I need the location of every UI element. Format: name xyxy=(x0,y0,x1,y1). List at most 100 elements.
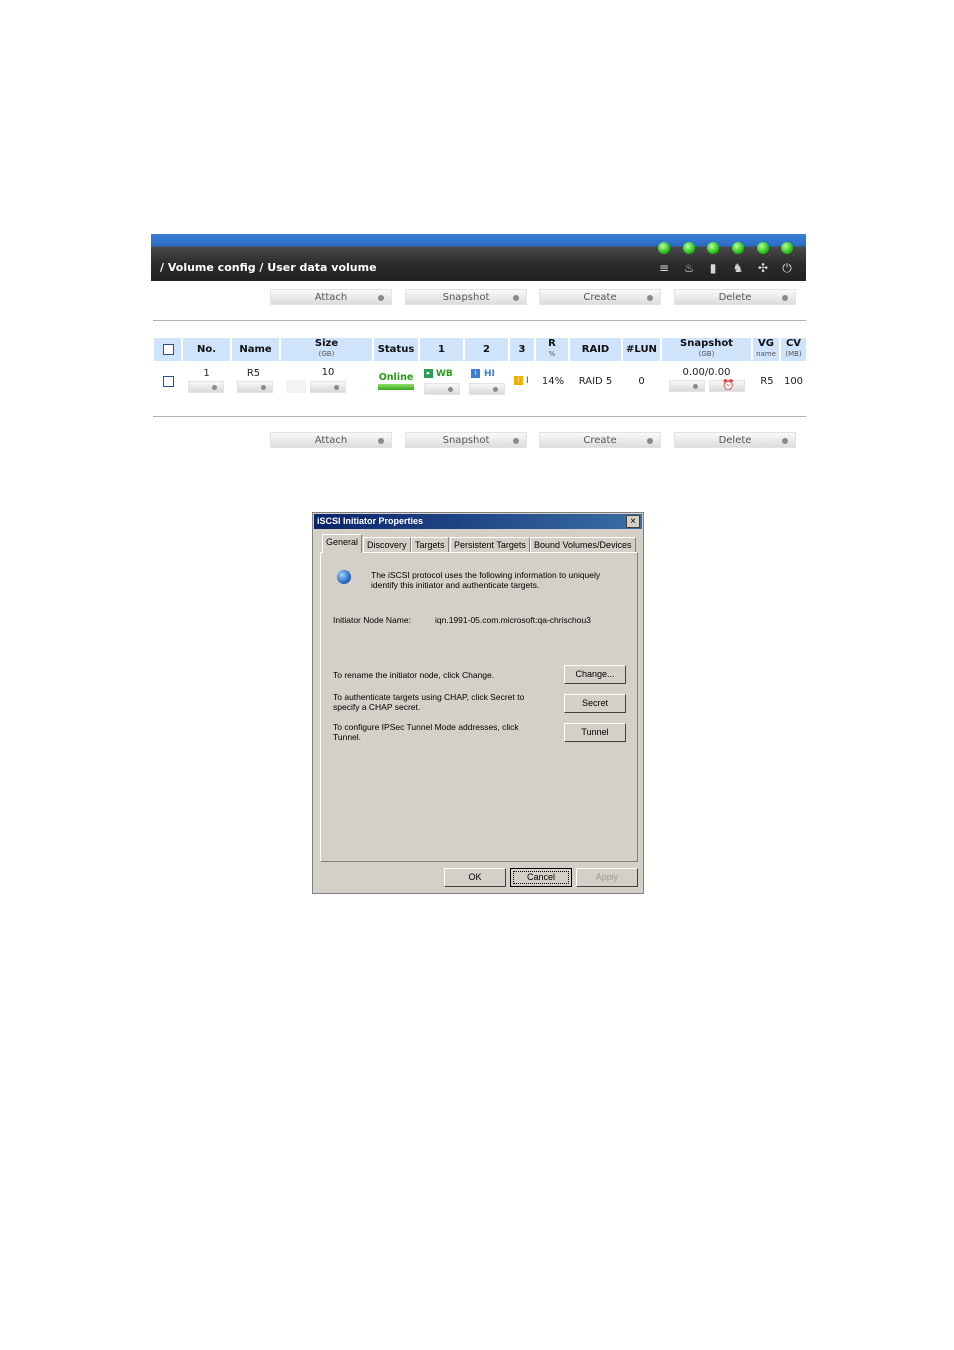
tab-targets[interactable]: Targets xyxy=(411,537,449,552)
col-r-unit: % xyxy=(548,350,556,358)
info-icon: i xyxy=(471,369,480,378)
cancel-button[interactable]: Cancel xyxy=(510,868,572,887)
general-tab-pane: The iSCSI protocol uses the following in… xyxy=(320,552,638,862)
col-1[interactable]: 1 xyxy=(420,338,463,361)
rename-text: To rename the initiator node, click Chan… xyxy=(333,670,495,680)
button-dot-icon xyxy=(212,385,217,390)
col-cv[interactable]: CV (MB) xyxy=(781,338,806,361)
clock-icon: ⏰ xyxy=(722,380,735,391)
ok-button[interactable]: OK xyxy=(444,868,506,887)
row-name-button[interactable] xyxy=(237,381,273,393)
row-r: 14% xyxy=(541,376,565,387)
online-bar xyxy=(378,384,414,390)
power-icon[interactable]: ⏻ xyxy=(780,261,794,275)
delete-button[interactable]: Delete xyxy=(674,289,796,305)
disk-icon[interactable]: ≡ xyxy=(657,261,671,275)
size-spacer xyxy=(286,380,306,393)
intro-line-1: The iSCSI protocol uses the following in… xyxy=(371,570,601,580)
col-cv-label: CV xyxy=(785,338,802,349)
button-dot-icon xyxy=(261,385,266,390)
chap-line-2: specify a CHAP secret. xyxy=(333,702,421,712)
row-schedule-button[interactable]: ⏰ xyxy=(709,380,745,392)
row-vg: R5 xyxy=(760,376,774,387)
divider xyxy=(153,416,806,417)
change-button[interactable]: Change... xyxy=(564,665,626,684)
tab-bound-volumes[interactable]: Bound Volumes/Devices xyxy=(530,537,636,552)
delete-button[interactable]: Delete xyxy=(674,432,796,448)
snapshot-button[interactable]: Snapshot xyxy=(405,289,527,305)
tab-general[interactable]: General xyxy=(322,534,363,553)
row-snapshot: 0.00/0.00 xyxy=(682,367,731,378)
col-raid[interactable]: RAID xyxy=(570,338,621,361)
create-button[interactable]: Create xyxy=(539,289,661,305)
status-led xyxy=(757,242,769,254)
button-dot-icon xyxy=(448,387,453,392)
delete-label: Delete xyxy=(718,292,752,303)
close-icon[interactable]: × xyxy=(626,515,640,528)
select-all-checkbox[interactable] xyxy=(163,344,174,355)
node-name-field[interactable]: iqn.1991-05.com.microsoft:qa-chrischou3 xyxy=(435,615,591,625)
thermometer-icon[interactable]: ♨ xyxy=(682,261,696,275)
delete-label: Delete xyxy=(718,435,752,446)
row-cv: 100 xyxy=(783,376,804,387)
button-dot-icon xyxy=(493,387,498,392)
row-size-button[interactable] xyxy=(310,381,346,393)
col-name[interactable]: Name xyxy=(232,338,279,361)
title-bar: iSCSI Initiator Properties × xyxy=(314,514,642,529)
button-dot-icon xyxy=(647,438,653,444)
col-r-label: R xyxy=(548,338,556,349)
divider xyxy=(153,320,806,321)
col-status[interactable]: Status xyxy=(374,338,418,361)
col-size-label: Size xyxy=(314,338,339,349)
warning-icon: ! xyxy=(514,376,523,385)
create-label: Create xyxy=(583,292,617,303)
col-3[interactable]: 3 xyxy=(510,338,534,361)
col-lun[interactable]: #LUN xyxy=(623,338,660,361)
tunnel-button[interactable]: Tunnel xyxy=(564,723,626,742)
col-no[interactable]: No. xyxy=(183,338,230,361)
secret-button[interactable]: Secret xyxy=(564,694,626,713)
col-r[interactable]: R % xyxy=(536,338,568,361)
button-dot-icon xyxy=(647,295,653,301)
row-lun: 0 xyxy=(638,376,645,387)
row-size: 10 xyxy=(321,367,335,378)
row-c2-button[interactable] xyxy=(469,383,505,395)
col-2[interactable]: 2 xyxy=(465,338,508,361)
col-snapshot[interactable]: Snapshot (GB) xyxy=(662,338,751,361)
col-snapshot-unit: (GB) xyxy=(698,350,715,358)
row-c1-button[interactable] xyxy=(424,383,460,395)
col-size[interactable]: Size (GB) xyxy=(281,338,372,361)
fan-icon[interactable]: ✣ xyxy=(756,261,770,275)
row-snapshot-button[interactable] xyxy=(669,380,705,392)
action-bar-bottom: Attach Snapshot Create Delete xyxy=(151,432,806,450)
col-snapshot-label: Snapshot xyxy=(680,338,733,349)
tab-persistent-targets[interactable]: Persistent Targets xyxy=(450,537,530,552)
status-led xyxy=(732,242,744,254)
status-badge: Online xyxy=(378,372,414,383)
row-no-button[interactable] xyxy=(188,381,224,393)
row-name: R5 xyxy=(246,368,261,379)
button-dot-icon xyxy=(693,384,698,389)
col-cv-unit: (MB) xyxy=(785,350,802,358)
snapshot-label: Snapshot xyxy=(442,435,490,446)
col-size-unit: (GB) xyxy=(318,350,335,358)
tab-discovery[interactable]: Discovery xyxy=(363,537,411,552)
snapshot-button[interactable]: Snapshot xyxy=(405,432,527,448)
row-checkbox[interactable] xyxy=(163,376,174,387)
button-dot-icon xyxy=(378,295,384,301)
iscsi-dialog: iSCSI Initiator Properties × General Dis… xyxy=(312,512,644,894)
voltage-icon[interactable]: ♞ xyxy=(731,261,745,275)
apply-button[interactable]: Apply xyxy=(576,868,638,887)
attach-button[interactable]: Attach xyxy=(270,289,392,305)
create-button[interactable]: Create xyxy=(539,432,661,448)
attach-label: Attach xyxy=(314,292,348,303)
button-dot-icon xyxy=(378,438,384,444)
dialog-title: iSCSI Initiator Properties xyxy=(317,516,424,526)
attach-button[interactable]: Attach xyxy=(270,432,392,448)
battery-icon[interactable]: ▮ xyxy=(706,261,720,275)
ipsec-line-2: Tunnel. xyxy=(333,732,362,742)
col-vg[interactable]: VG name xyxy=(753,338,779,361)
button-dot-icon xyxy=(513,295,519,301)
action-bar-top: Attach Snapshot Create Delete xyxy=(151,289,806,307)
cache-icon: ▸ xyxy=(424,369,433,378)
